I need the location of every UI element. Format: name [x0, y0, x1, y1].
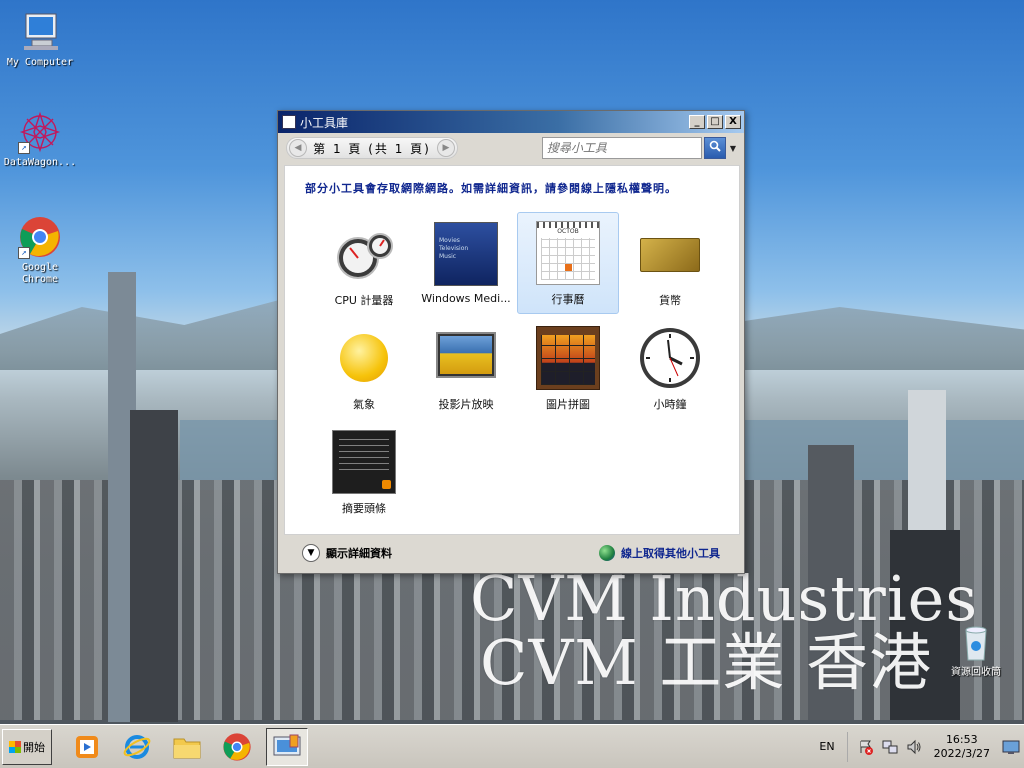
currency-icon [638, 222, 702, 286]
calendar-month: OCTOB [557, 228, 579, 235]
gadget-gallery-window: 小工具庫 _ □ X ◀ 第 1 頁 (共 1 頁) ▶ ▼ 部分小工具會存取網… [277, 110, 745, 574]
gadget-label: 圖片拼圖 [546, 398, 590, 411]
media-menu-item: Television [439, 245, 469, 252]
gadget-label: Windows Medi... [421, 292, 511, 305]
show-desktop-icon[interactable] [1002, 738, 1020, 756]
search-input[interactable] [541, 137, 702, 159]
gadget-clock[interactable]: 小時鐘 [619, 318, 721, 420]
weather-icon [332, 326, 396, 390]
windows-logo-icon [9, 740, 21, 753]
cpu-meter-icon [332, 222, 396, 286]
close-button[interactable]: X [725, 115, 741, 129]
privacy-notice: 部分小工具會存取網際網路。如需詳細資訊，請參閱線上隱私權聲明。 [305, 182, 677, 195]
shortcut-arrow-icon: ↗ [18, 142, 30, 154]
slideshow-icon [434, 326, 498, 390]
taskbar-media-player[interactable] [66, 728, 108, 766]
globe-icon [599, 545, 615, 561]
system-tray: EN 16:53 2022/3/27 [819, 725, 1024, 768]
system-clock[interactable]: 16:53 2022/3/27 [926, 733, 998, 761]
gallery-footer: ▼ 顯示詳細資料 線上取得其他小工具 [278, 533, 744, 573]
clock-time: 16:53 [945, 732, 978, 746]
taskbar-google-chrome[interactable] [216, 728, 258, 766]
desktop-icon-datawagon[interactable]: ↗ DataWagon... [0, 110, 80, 169]
start-label: 開始 [23, 740, 45, 754]
gadget-picture-puzzle[interactable]: 圖片拼圖 [517, 318, 619, 420]
get-more-gadgets-link[interactable]: 線上取得其他小工具 [599, 545, 720, 561]
taskbar-gadgets-active[interactable] [266, 727, 308, 766]
minimize-button[interactable]: _ [689, 115, 705, 129]
taskbar-file-explorer[interactable] [166, 728, 208, 766]
search-button[interactable] [703, 137, 726, 159]
recycle-bin-icon [954, 624, 998, 664]
gadget-label: CPU 計量器 [334, 294, 394, 307]
picture-puzzle-icon [536, 326, 600, 390]
internet-explorer-icon [123, 734, 151, 759]
get-more-gadgets-label: 線上取得其他小工具 [621, 547, 720, 560]
gadget-feed-headlines[interactable]: 摘要頭條 [313, 422, 415, 524]
window-titlebar[interactable]: 小工具庫 _ □ X [278, 111, 744, 133]
chrome-icon: ↗ [18, 215, 62, 259]
gadget-cpu-meter[interactable]: CPU 計量器 [313, 214, 415, 316]
window-title: 小工具庫 [300, 115, 349, 130]
gadget-label: 投影片放映 [438, 398, 494, 411]
media-menu-item: Music [439, 253, 457, 260]
desktop-icon-label: 資源回收筒 [951, 667, 1001, 678]
desktop-icon-label: DataWagon... [3, 157, 77, 168]
desktop-icon-my-computer[interactable]: My Computer [0, 10, 80, 69]
feed-headlines-icon [332, 430, 396, 494]
gadget-label: 貨幣 [659, 294, 681, 307]
computer-icon [18, 10, 62, 54]
language-indicator[interactable]: EN [819, 740, 834, 753]
gadget-label: 摘要頭條 [342, 502, 386, 515]
next-page-button[interactable]: ▶ [437, 139, 455, 157]
gadget-gallery-icon [282, 115, 296, 129]
page-navigator: ◀ 第 1 頁 (共 1 頁) ▶ [286, 137, 458, 159]
media-menu-item: Movies [439, 237, 460, 244]
network-icon[interactable] [882, 739, 898, 755]
media-player-icon [76, 735, 98, 758]
windows-media-center-icon: Movies Television Music [434, 222, 498, 286]
wallpaper-watermark-line2: CVM 工業 香港 [480, 626, 933, 699]
search-icon [709, 140, 721, 152]
folder-icon [173, 738, 201, 758]
maximize-button[interactable]: □ [707, 115, 723, 129]
page-indicator: 第 1 頁 (共 1 頁) [313, 141, 431, 156]
shortcut-arrow-icon: ↗ [18, 247, 30, 259]
previous-page-button[interactable]: ◀ [289, 139, 307, 157]
gallery-toolbar: ◀ 第 1 頁 (共 1 頁) ▶ ▼ [278, 133, 744, 163]
desktop-icon-label: Google Chrome [21, 262, 59, 285]
action-center-icon[interactable] [858, 739, 874, 755]
gadget-label: 行事曆 [551, 293, 585, 306]
search-box: ▼ [541, 137, 736, 159]
show-details-link[interactable]: 顯示詳細資料 [326, 545, 392, 561]
clock-icon [638, 326, 702, 390]
gadget-slideshow[interactable]: 投影片放映 [415, 318, 517, 420]
calendar-icon: OCTOB [536, 221, 600, 285]
gadget-list: 部分小工具會存取網際網路。如需詳細資訊，請參閱線上隱私權聲明。 CPU 計量器 … [284, 165, 740, 535]
gadget-windows-media-center[interactable]: Movies Television Music Windows Medi... [415, 214, 517, 316]
gadget-label: 小時鐘 [653, 398, 687, 411]
clock-date: 2022/3/27 [933, 746, 990, 760]
gadget-label: 氣象 [353, 398, 375, 411]
wallpaper-watermark-line1: CVM Industries [470, 562, 979, 635]
taskbar-internet-explorer[interactable] [116, 728, 158, 766]
desktop-icon-label: My Computer [6, 57, 74, 68]
gadgets-icon [273, 734, 301, 755]
desktop-icon-recycle-bin[interactable]: 資源回收筒 [936, 624, 1016, 679]
desktop-icon-google-chrome[interactable]: ↗ Google Chrome [0, 215, 80, 286]
gadget-weather[interactable]: 氣象 [313, 318, 415, 420]
volume-icon[interactable] [906, 739, 922, 755]
chrome-icon [223, 732, 251, 761]
gadget-currency[interactable]: 貨幣 [619, 214, 721, 316]
taskbar: 開始 EN 16:53 2022/3/27 [0, 724, 1024, 768]
start-button[interactable]: 開始 [2, 728, 52, 765]
chevron-down-icon[interactable]: ▼ [302, 544, 320, 562]
gadget-calendar[interactable]: OCTOB 行事曆 [517, 212, 619, 314]
search-options-dropdown[interactable]: ▼ [730, 144, 736, 153]
tower-building [130, 410, 178, 722]
datawagon-icon: ↗ [18, 110, 62, 154]
